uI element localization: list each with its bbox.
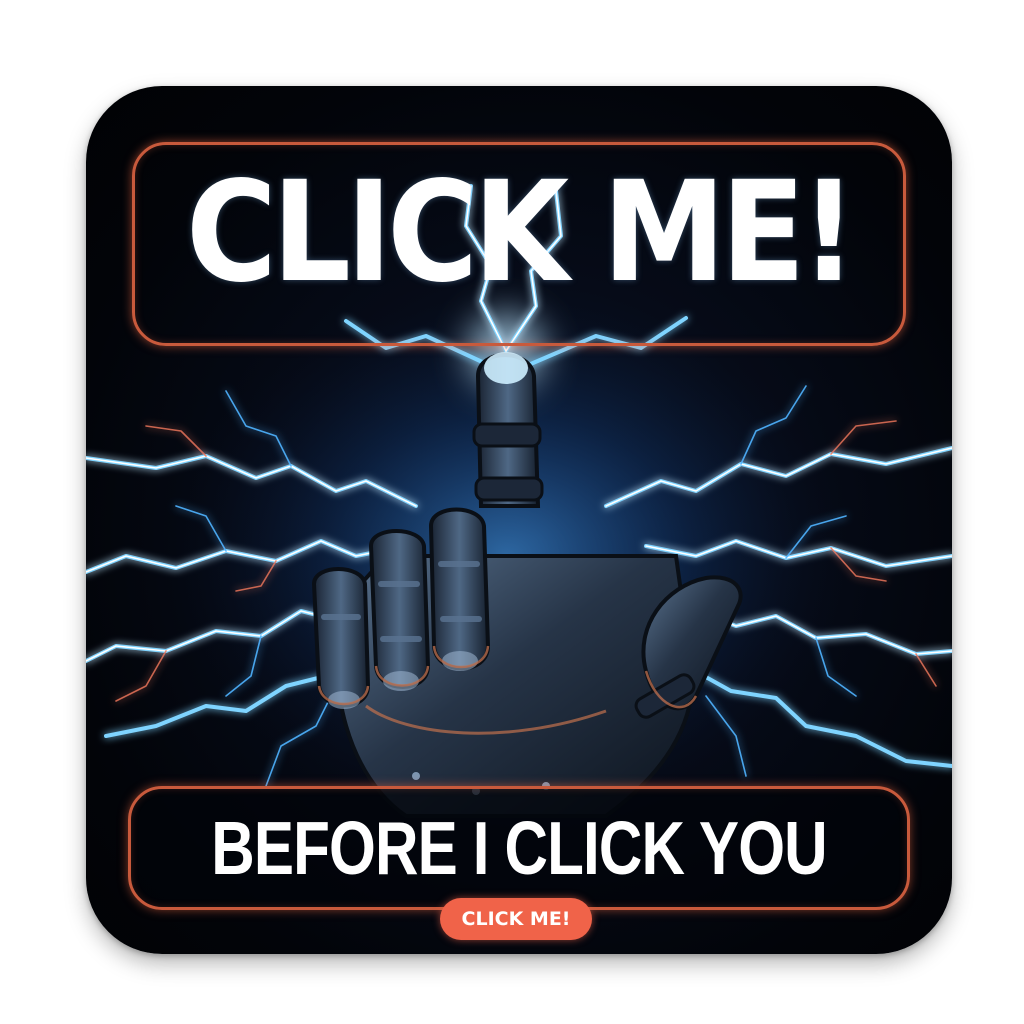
- sticker-card: CLICK ME! BEFORE I CLICK YOU CLICK ME!: [86, 86, 952, 954]
- subheadline: BEFORE I CLICK YOU: [211, 805, 827, 891]
- headline: CLICK ME!: [185, 152, 857, 314]
- click-me-button[interactable]: CLICK ME!: [440, 898, 592, 940]
- page: CLICK ME! BEFORE I CLICK YOU CLICK ME!: [0, 0, 1024, 1024]
